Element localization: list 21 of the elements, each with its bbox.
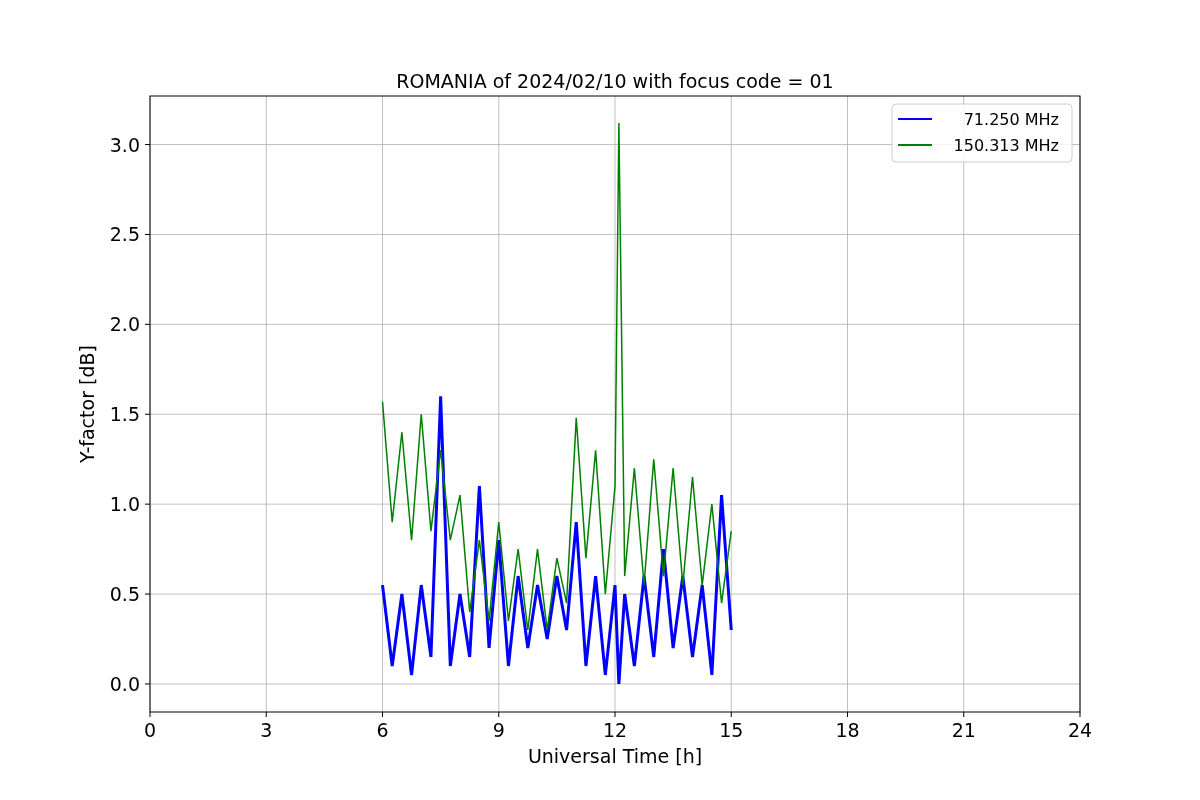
legend-label: 71.250 MHz <box>963 110 1059 129</box>
tick-label: 24 <box>1067 719 1093 741</box>
x-axis-label: Universal Time [h] <box>527 745 703 767</box>
tick-label: 0.0 <box>109 672 140 695</box>
tick-label: 3.0 <box>109 133 140 156</box>
tick-label: 18 <box>835 719 860 741</box>
tick-label: 2.0 <box>109 313 140 336</box>
tick-label: 1.0 <box>109 493 140 516</box>
tick-label: 0.5 <box>109 583 140 606</box>
tick-label: 1.5 <box>109 403 140 426</box>
tick-label: 15 <box>719 719 744 741</box>
tick-label: 0 <box>143 719 157 741</box>
tick-label: 6 <box>376 719 389 741</box>
tick-label: 21 <box>951 719 976 741</box>
legend-label: 150.313 MHz <box>953 136 1059 155</box>
tick-label: 3 <box>260 719 273 741</box>
tick-label: 2.5 <box>109 223 140 246</box>
tick-label: 12 <box>602 719 628 741</box>
y-axis-label: Y-factor [dB] <box>76 345 98 463</box>
tick-label: 9 <box>492 719 505 741</box>
chart-title: ROMANIA of 2024/02/10 with focus code = 01 <box>396 70 834 92</box>
